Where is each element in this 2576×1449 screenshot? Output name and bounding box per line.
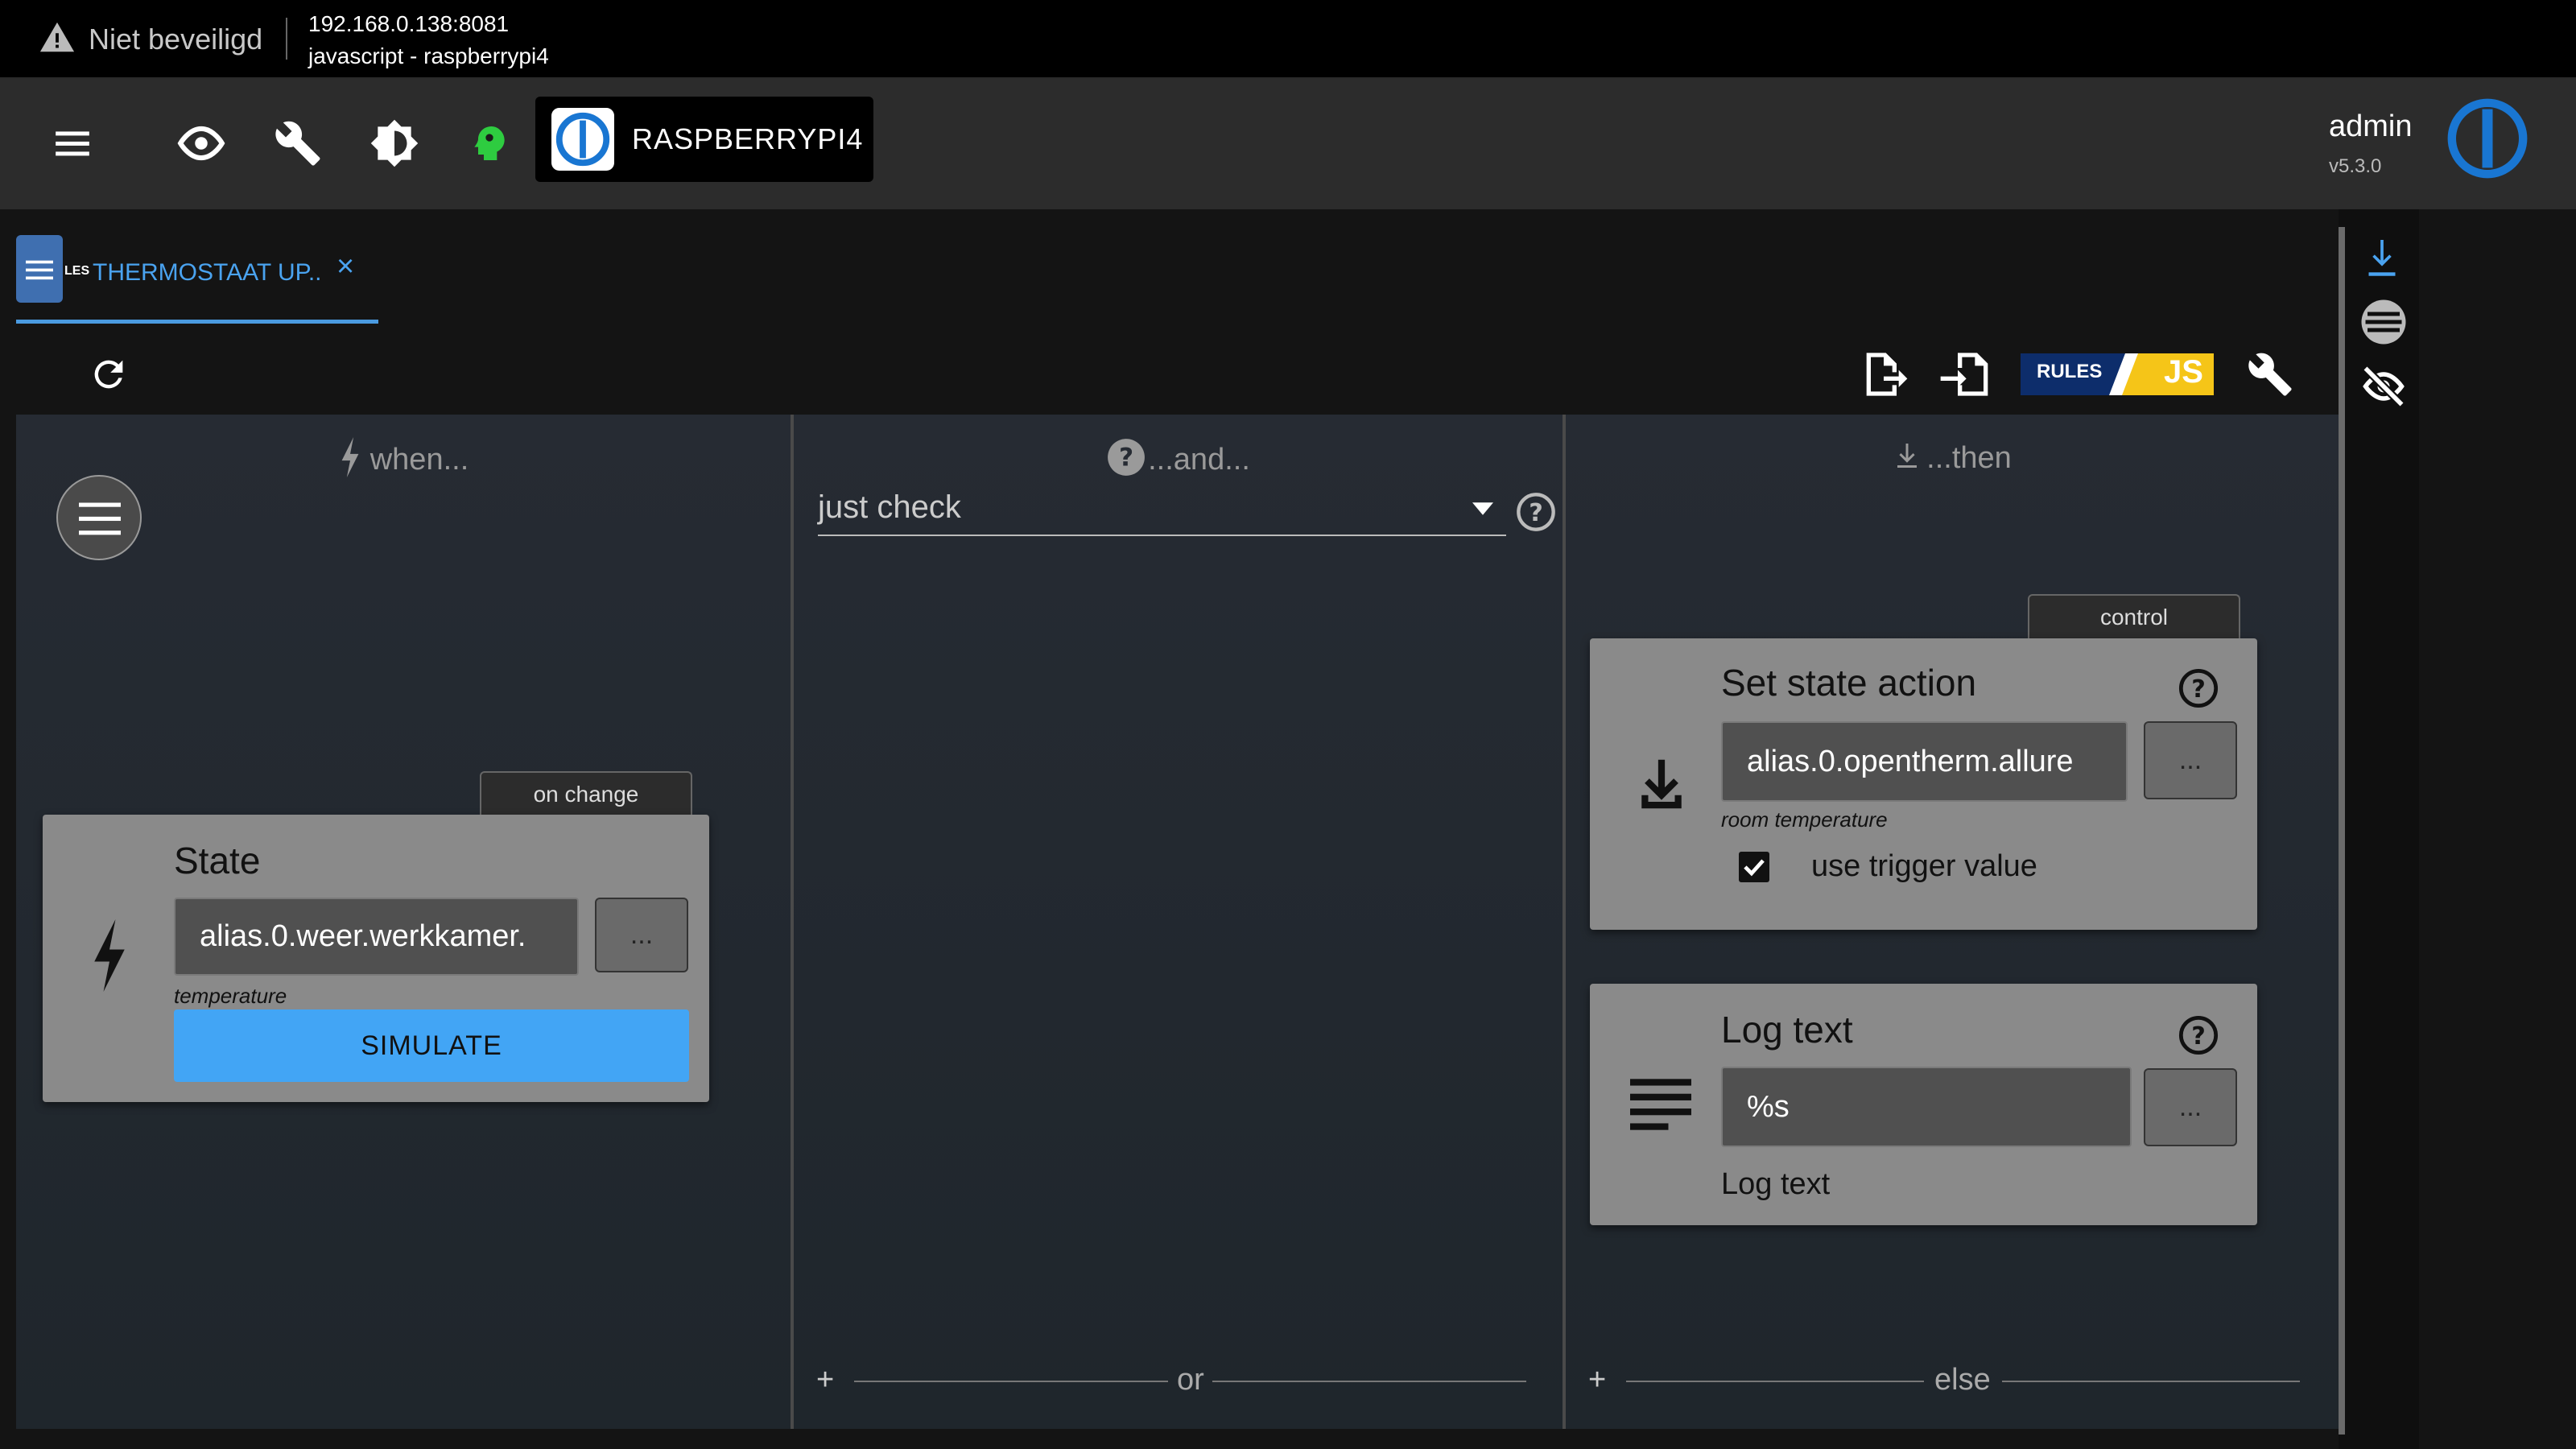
security-label[interactable]: Niet beveiligd: [89, 23, 262, 56]
iobroker-logo-icon[interactable]: [2446, 97, 2529, 180]
when-column: when... on change State alias.0.weer.wer…: [16, 415, 791, 1429]
page-title: javascript - raspberrypi4: [308, 43, 549, 68]
svg-text:?: ?: [1529, 499, 1543, 527]
script-list-icon[interactable]: [16, 235, 63, 303]
state-hint: temperature: [174, 984, 287, 1008]
simulate-button[interactable]: SIMULATE: [174, 1009, 689, 1082]
flash-icon: [94, 919, 125, 992]
divider: [1212, 1381, 1526, 1382]
select-id-button[interactable]: ...: [2144, 721, 2237, 799]
host-name: RASPBERRYPI4: [632, 122, 864, 155]
chevron-down-icon: [1472, 502, 1493, 515]
eye-icon[interactable]: [169, 111, 233, 175]
card-title: Log text: [1721, 1009, 1853, 1051]
card-title: Set state action: [1721, 662, 1977, 704]
svg-text:?: ?: [2191, 1022, 2206, 1051]
help-icon[interactable]: ?: [2178, 667, 2219, 709]
help-icon[interactable]: ?: [2178, 1014, 2219, 1056]
warning-icon: [39, 22, 75, 52]
svg-text:?: ?: [1119, 443, 1133, 472]
divider: [286, 18, 287, 60]
tab-label[interactable]: THERMOSTAAT UP..: [93, 259, 322, 287]
divider: [2002, 1381, 2300, 1382]
eye-off-icon[interactable]: [2359, 362, 2408, 411]
brightness-icon[interactable]: [362, 111, 427, 175]
help-icon[interactable]: ?: [1515, 491, 1557, 533]
use-trigger-checkbox[interactable]: [1739, 852, 1769, 882]
close-icon[interactable]: ×: [336, 250, 354, 284]
state-id-field[interactable]: alias.0.weer.werkkamer.: [174, 898, 579, 976]
menu-icon[interactable]: [40, 111, 105, 175]
select-value: just check: [818, 489, 961, 525]
rules-label: RULES: [2037, 361, 2103, 382]
state-id-field[interactable]: alias.0.opentherm.allure: [1721, 721, 2128, 802]
select-id-button[interactable]: ...: [595, 898, 688, 972]
script-type-badge: LES: [64, 264, 90, 278]
log-text-action-card: Log text ? %s ... Log text: [1590, 984, 2257, 1225]
help-icon: ?: [1108, 439, 1146, 476]
tab-bar: LES THERMOSTAAT UP.. ×: [0, 209, 2334, 324]
add-trigger-menu-button[interactable]: [56, 475, 142, 560]
iobroker-logo-icon: [551, 108, 614, 171]
url-text[interactable]: 192.168.0.138:8081: [308, 11, 509, 37]
checkbox-label: use trigger value: [1811, 849, 2037, 883]
main-content: LES THERMOSTAAT UP.. × RULES JS when... …: [0, 209, 2576, 1449]
when-header: when...: [16, 437, 791, 477]
and-column: ? ...and... just check ? + or: [794, 415, 1563, 1429]
refresh-icon[interactable]: [80, 346, 137, 402]
set-state-action-card: Set state action ? alias.0.opentherm.all…: [1590, 638, 2257, 930]
and-header: ? ...and...: [794, 437, 1563, 477]
condition-select[interactable]: just check: [818, 483, 1506, 536]
add-condition-button[interactable]: +: [816, 1363, 834, 1397]
rules-canvas: when... on change State alias.0.weer.wer…: [16, 415, 2339, 1429]
browser-address-bar: Niet beveiligd 192.168.0.138:8081 javasc…: [0, 0, 2576, 79]
or-label: or: [1177, 1363, 1204, 1397]
user-name[interactable]: admin: [2329, 109, 2413, 144]
wrench-icon[interactable]: [266, 111, 330, 175]
then-header: ...then: [1566, 437, 2339, 476]
align-left-icon: [1630, 1079, 1691, 1130]
editor-toolbar: RULES JS: [16, 330, 2334, 419]
card-title: State: [174, 840, 261, 881]
import-icon[interactable]: [1932, 346, 1996, 402]
log-text-field[interactable]: %s: [1721, 1067, 2132, 1147]
right-side-panel: [2339, 209, 2419, 1449]
download-icon[interactable]: [2364, 235, 2400, 280]
scrollbar[interactable]: [2339, 227, 2345, 1435]
state-hint: room temperature: [1721, 807, 1888, 832]
js-label: JS: [2164, 354, 2203, 390]
download-icon: [1641, 759, 1682, 809]
select-text-button[interactable]: ...: [2144, 1068, 2237, 1146]
divider: [854, 1381, 1168, 1382]
divider: [1626, 1381, 1924, 1382]
else-label: else: [1934, 1363, 1991, 1397]
download-icon: [1897, 444, 1918, 468]
app-bar: RASPBERRYPI4 admin v5.3.0: [0, 79, 2576, 209]
wrench-icon[interactable]: [2238, 346, 2302, 402]
tab-script[interactable]: LES THERMOSTAAT UP.. ×: [16, 235, 378, 324]
add-else-button[interactable]: +: [1588, 1363, 1606, 1397]
rules-js-toggle[interactable]: RULES JS: [2013, 346, 2222, 402]
version-label: v5.3.0: [2329, 155, 2382, 177]
log-panel-icon[interactable]: [2359, 298, 2408, 346]
export-icon[interactable]: [1852, 346, 1916, 402]
then-column: ...then control Set state action ? alias…: [1566, 415, 2339, 1429]
flash-icon: [341, 437, 359, 477]
head-icon[interactable]: [457, 111, 522, 175]
action-group-tag[interactable]: control: [2028, 594, 2240, 639]
svg-text:?: ?: [2191, 675, 2206, 704]
host-button[interactable]: RASPBERRYPI4: [535, 97, 873, 182]
state-trigger-card: State alias.0.weer.werkkamer. ... temper…: [43, 815, 709, 1102]
trigger-type-tag[interactable]: on change: [480, 771, 692, 816]
log-text-sublabel: Log text: [1721, 1167, 1831, 1201]
